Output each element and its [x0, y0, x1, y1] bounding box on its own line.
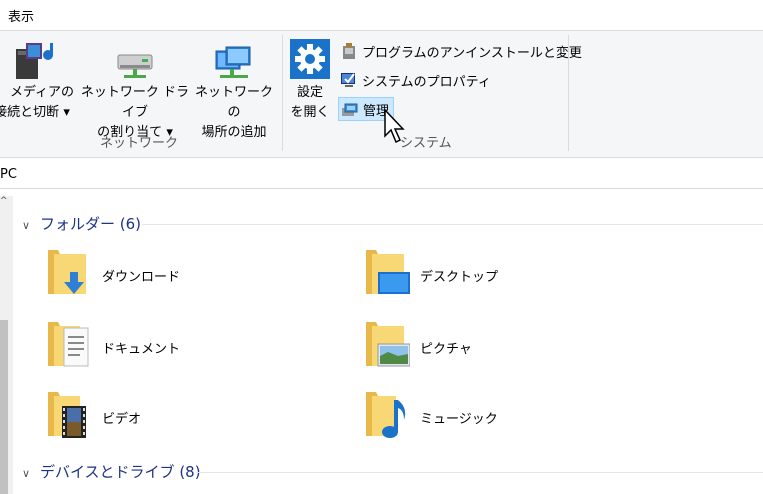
download-folder-icon [48, 250, 86, 294]
document-folder-icon [48, 322, 89, 367]
folder-label: ドキュメント [102, 342, 181, 357]
folder-label: ビデオ [102, 412, 142, 427]
devices-section-header[interactable]: ∨ デバイスとドライブ (8) [22, 461, 201, 482]
system-properties-label: システムのプロパティ [362, 74, 491, 90]
open-settings-button[interactable]: 設定 を開く [288, 35, 332, 125]
folders-section-title: フォルダー (6) [40, 215, 142, 233]
music-folder-icon [366, 392, 406, 438]
video-folder-icon [48, 392, 86, 438]
network-group-label: ネットワーク [100, 136, 179, 151]
media-connect-line1: メディアの [9, 85, 75, 100]
gear-icon [290, 39, 330, 79]
tab-view[interactable]: 表示 [8, 6, 34, 25]
scrollbar-thumb[interactable] [0, 320, 8, 494]
devices-section-title: デバイスとドライブ (8) [40, 463, 201, 481]
folder-desktop[interactable]: デスクトップ [364, 246, 624, 306]
network-drive-icon [117, 54, 153, 78]
scroll-up-icon[interactable]: ^ [0, 196, 8, 206]
mouse-cursor-icon [384, 109, 405, 144]
address-path: PC [0, 167, 17, 182]
settings-line1: 設定 [296, 85, 323, 100]
folder-videos[interactable]: ビデオ [46, 388, 306, 448]
chevron-down-icon: ∨ [22, 467, 31, 480]
system-properties-button[interactable]: システムのプロパティ [340, 69, 491, 91]
folder-label: ダウンロード [102, 270, 181, 285]
map-drive-line1: ネットワーク ドライブ [80, 85, 190, 120]
navigation-pane: ^ [0, 196, 13, 494]
folder-music[interactable]: ミュージック [364, 388, 624, 448]
folder-downloads[interactable]: ダウンロード [46, 246, 306, 306]
system-properties-icon [340, 71, 358, 89]
folder-pictures[interactable]: ピクチャ [364, 318, 624, 378]
section-divider [142, 224, 763, 225]
map-network-drive-button[interactable]: ネットワーク ドライブ の割り当て ▾ [78, 35, 192, 140]
program-box-icon [340, 42, 358, 60]
folder-label: ミュージック [420, 412, 498, 427]
uninstall-program-button[interactable]: プログラムのアンインストールと変更 [340, 40, 582, 62]
section-divider [196, 472, 763, 473]
chevron-down-icon: ∨ [22, 219, 31, 232]
group-separator [568, 35, 569, 151]
media-connect-line2: 接続と切断 [0, 105, 60, 120]
dropdown-arrow-icon: ▾ [63, 105, 70, 120]
ribbon-tab-bar: 表示 [0, 0, 763, 30]
media-connect-button[interactable]: メディアの 接続と切断 ▾ [0, 35, 76, 125]
group-separator [282, 35, 283, 151]
add-location-line2: 場所の追加 [201, 125, 267, 140]
address-bar[interactable]: PC [0, 162, 763, 189]
folder-documents[interactable]: ドキュメント [46, 318, 306, 378]
ribbon: メディアの 接続と切断 ▾ ネットワーク ドライブ の割り当て ▾ ネットワーク… [0, 30, 763, 158]
media-server-icon [16, 43, 53, 79]
uninstall-label: プログラムのアンインストールと変更 [362, 45, 582, 61]
add-network-location-button[interactable]: ネットワークの 場所の追加 [194, 35, 274, 140]
picture-folder-icon [366, 322, 410, 367]
computer-manage-icon [341, 100, 359, 118]
folder-label: ピクチャ [420, 342, 472, 357]
settings-line2: を開く [290, 105, 330, 120]
folder-label: デスクトップ [420, 270, 499, 285]
desktop-folder-icon [366, 250, 410, 294]
folders-section-header[interactable]: ∨ フォルダー (6) [22, 213, 141, 234]
network-location-icon [215, 46, 251, 78]
add-location-line1: ネットワークの [194, 85, 273, 120]
